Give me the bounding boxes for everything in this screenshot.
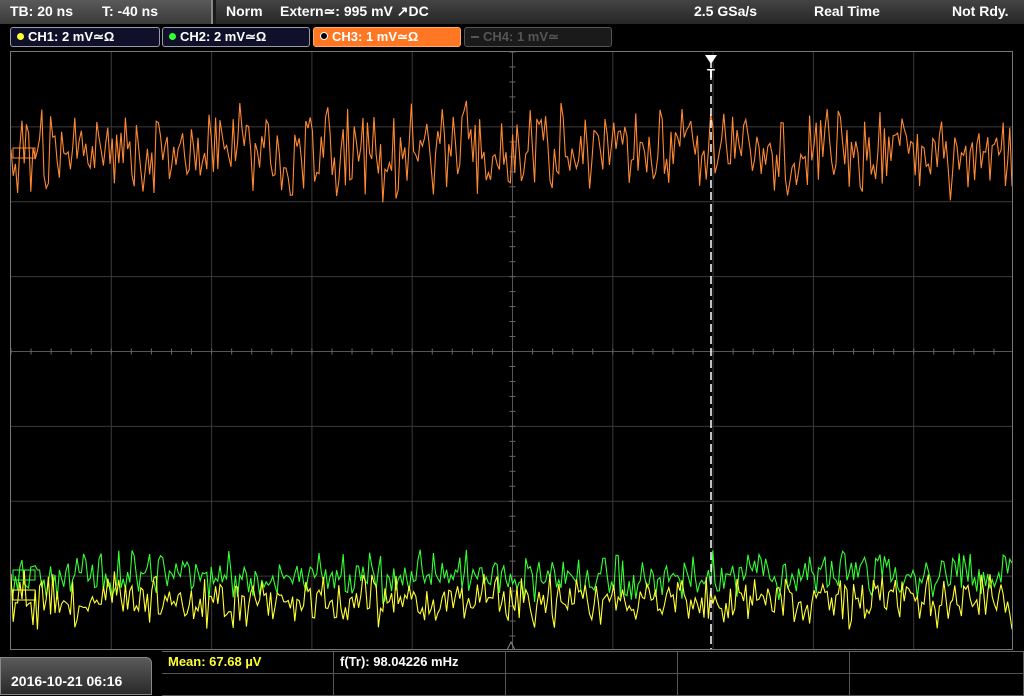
sample-rate-label[interactable]: 2.5 GSa/s <box>694 3 757 19</box>
waveform-canvas: T <box>11 52 1012 649</box>
trigger-mode-label[interactable]: Norm <box>226 3 263 19</box>
trigger-panel[interactable]: Norm Extern≃: 995 mV ↗DC 2.5 GSa/s Real … <box>216 0 1024 24</box>
measurement-mean[interactable]: Mean: 67.68 µV <box>162 652 334 674</box>
waveform-display[interactable]: T <box>10 51 1013 650</box>
datetime-panel: 2016-10-21 06:16 <box>0 657 152 695</box>
measurement-trigger-frequency[interactable]: f(Tr): 98.04226 mHz <box>334 652 506 674</box>
ch2-label: CH2: 2 mV≃Ω <box>180 29 267 44</box>
trigger-level-marker-icon <box>506 640 516 649</box>
ch3-indicator-icon <box>320 32 328 40</box>
channel-tab-ch4[interactable]: CH4: 1 mV≃ <box>464 27 612 47</box>
measurement-slot[interactable] <box>850 674 1024 696</box>
measurement-slot[interactable] <box>850 652 1024 674</box>
time-offset-label[interactable]: T: -40 ns <box>102 3 158 19</box>
measurement-slot[interactable] <box>506 674 678 696</box>
measurement-slot[interactable] <box>506 652 678 674</box>
ch2-indicator-icon <box>169 33 176 40</box>
ch1-label: CH1: 2 mV≃Ω <box>28 29 115 44</box>
ch1-indicator-icon <box>17 33 24 40</box>
trigger-source-label[interactable]: Extern≃: 995 mV ↗DC <box>280 3 429 20</box>
channel-tab-ch3[interactable]: CH3: 1 mV≃Ω <box>313 27 461 47</box>
measurement-slot[interactable] <box>678 652 850 674</box>
timebase-panel[interactable]: TB: 20 ns T: -40 ns <box>0 0 213 24</box>
ch4-indicator-icon <box>471 36 479 38</box>
ch1-offset-marker-icon[interactable] <box>12 589 36 601</box>
measurement-slot[interactable] <box>678 674 850 696</box>
ch4-label: CH4: 1 mV≃ <box>483 29 559 44</box>
timebase-label[interactable]: TB: 20 ns <box>10 3 73 19</box>
bottom-bar: 2016-10-21 06:16 Mean: 67.68 µV f(Tr): 9… <box>0 651 1024 696</box>
ch3-label: CH3: 1 mV≃Ω <box>332 29 419 44</box>
trigger-marker-label: T <box>707 66 715 81</box>
status-bar: TB: 20 ns T: -40 ns Norm Extern≃: 995 mV… <box>0 0 1024 24</box>
measurement-slot[interactable] <box>162 674 334 696</box>
channel-bar: CH1: 2 mV≃Ω CH2: 2 mV≃Ω CH3: 1 mV≃Ω CH4:… <box>0 24 1024 50</box>
channel-tab-ch2[interactable]: CH2: 2 mV≃Ω <box>162 27 310 47</box>
measurement-slot[interactable] <box>334 674 506 696</box>
acquisition-mode-label[interactable]: Real Time <box>814 3 880 19</box>
channel-tab-ch1[interactable]: CH1: 2 mV≃Ω <box>10 27 160 47</box>
acquisition-status-label: Not Rdy. <box>952 3 1009 19</box>
measurement-panel[interactable]: Mean: 67.68 µV f(Tr): 98.04226 mHz <box>162 651 1024 696</box>
trigger-position-arrow-icon[interactable] <box>705 55 717 64</box>
datetime-label: 2016-10-21 06:16 <box>11 673 123 689</box>
